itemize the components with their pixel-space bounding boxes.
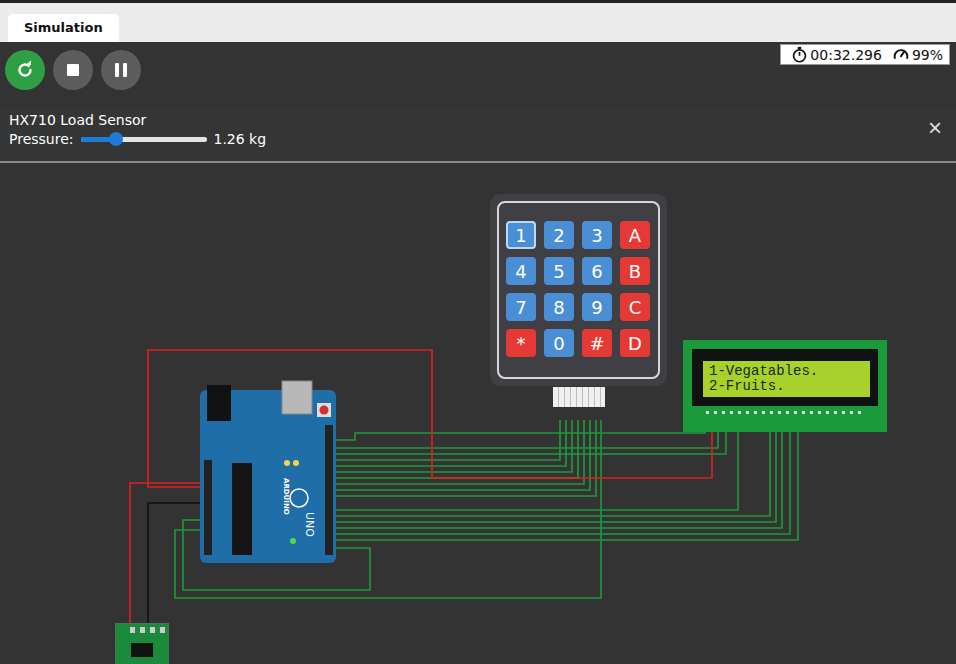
slider-thumb[interactable]	[109, 132, 123, 146]
model-label: UNO	[303, 512, 316, 537]
status-box: 00:32.296 99%	[780, 44, 950, 65]
lcd-line: 2-Fruits.	[709, 379, 864, 394]
brand-label: ARDUINO	[282, 478, 290, 515]
speed-icon	[892, 46, 910, 63]
restart-button[interactable]	[5, 50, 45, 90]
keypad: 123A 456B 789C * 0 # D	[490, 194, 667, 386]
keypad-key[interactable]: A	[620, 221, 650, 249]
keypad-key[interactable]: 7	[506, 293, 536, 321]
toolbar: 00:32.296 99%	[0, 42, 956, 107]
keypad-key[interactable]: B	[620, 257, 650, 285]
keypad-key[interactable]: C	[620, 293, 650, 321]
panel-title: HX710 Load Sensor	[9, 112, 266, 128]
stopwatch-icon	[791, 46, 808, 63]
circuit-canvas: ARDUINO UNO 123A 456B 789C * 0 # D 1-Vegatables.2…	[0, 163, 956, 664]
keypad-key[interactable]: 5	[544, 257, 574, 285]
keypad-key[interactable]: D	[620, 329, 650, 357]
keypad-connector	[553, 387, 605, 407]
stop-icon	[67, 64, 79, 76]
sensor-panel: HX710 Load Sensor Pressure: 1.26 kg ×	[0, 107, 956, 163]
keypad-key[interactable]: #	[582, 329, 612, 357]
keypad-key[interactable]: *	[506, 329, 536, 357]
keypad-key[interactable]: 0	[544, 329, 574, 357]
tab[interactable]: Simulation	[8, 14, 119, 42]
wire[interactable]	[336, 430, 738, 510]
wire[interactable]	[336, 430, 770, 516]
lcd-line: 1-Vegatables.	[709, 364, 864, 379]
keypad-key[interactable]: 2	[544, 221, 574, 249]
wire[interactable]	[336, 420, 590, 490]
wire[interactable]	[336, 430, 790, 534]
wire[interactable]	[336, 430, 718, 448]
pause-icon	[115, 63, 127, 77]
wire[interactable]	[336, 430, 782, 528]
arduino-board[interactable]: ARDUINO UNO	[200, 380, 340, 565]
power-led	[290, 538, 296, 544]
restart-icon	[14, 59, 36, 81]
keypad-key[interactable]: 6	[582, 257, 612, 285]
simulator: Simulation 00:32.296 99% HX710 Load Sensor P…	[0, 0, 956, 664]
stop-button[interactable]	[53, 50, 93, 90]
pause-button[interactable]	[101, 50, 141, 90]
wire[interactable]	[336, 420, 572, 472]
wire[interactable]	[336, 430, 705, 440]
elapsed-time: 00:32.296	[810, 47, 882, 63]
keypad-key[interactable]: 9	[582, 293, 612, 321]
wire[interactable]	[130, 483, 208, 625]
hx710-module[interactable]	[115, 623, 169, 664]
wire[interactable]	[336, 420, 578, 478]
tab-bar: Simulation	[0, 0, 956, 42]
pressure-slider[interactable]	[81, 132, 207, 146]
keypad-key[interactable]: 4	[506, 257, 536, 285]
keypad-key[interactable]: 1	[506, 221, 536, 249]
wire[interactable]	[336, 420, 584, 484]
wire[interactable]	[148, 503, 208, 625]
wire[interactable]	[336, 420, 566, 466]
wire[interactable]	[336, 430, 798, 540]
keypad-key[interactable]: 8	[544, 293, 574, 321]
speed: 99%	[912, 47, 943, 63]
close-button[interactable]: ×	[922, 112, 948, 144]
wire[interactable]	[336, 430, 726, 454]
keypad-key[interactable]: 3	[582, 221, 612, 249]
lcd-display: 1-Vegatables.2-Fruits.	[683, 340, 887, 432]
wire[interactable]	[336, 430, 776, 522]
wire[interactable]	[336, 420, 596, 496]
pressure-reading: 1.26 kg	[214, 131, 267, 147]
pressure-label: Pressure:	[9, 131, 74, 147]
